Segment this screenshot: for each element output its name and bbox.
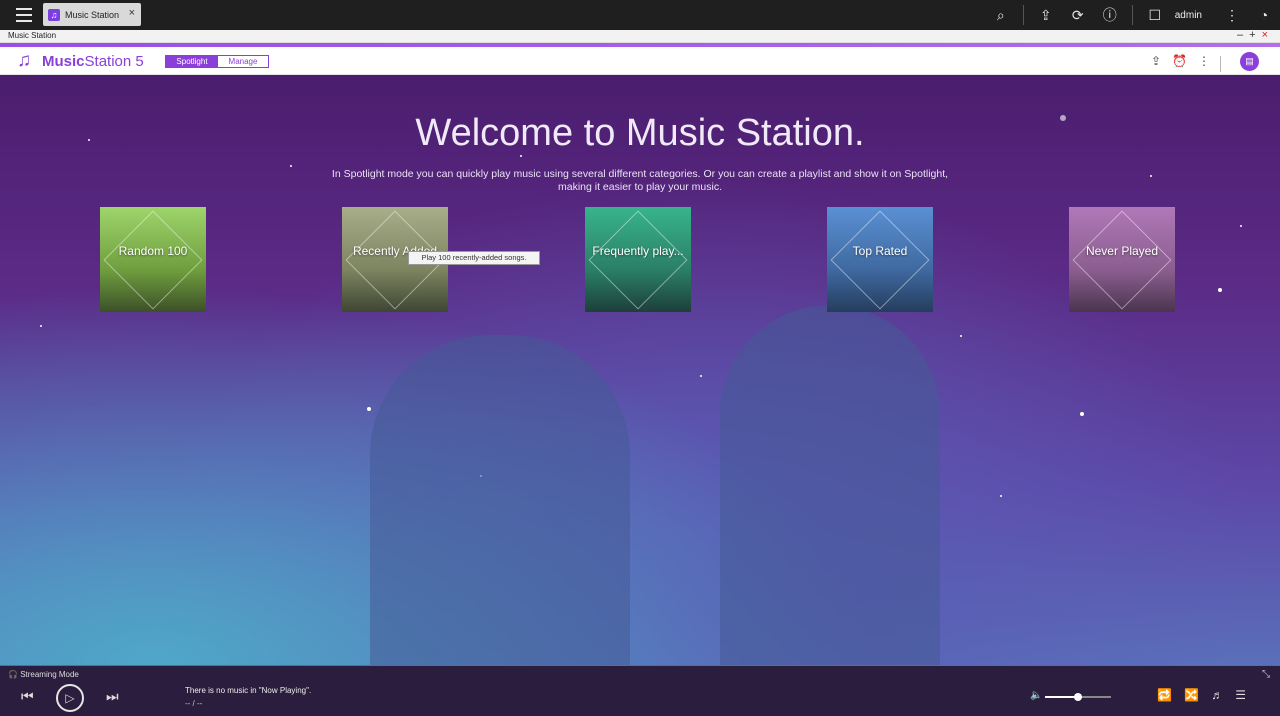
os-topbar: ♫ Music Station × ⌕ ⇪ ⟳ ⓘ ☐ admin ⋮ ◔	[0, 0, 1280, 30]
app-logo: MusicStation 5	[42, 53, 144, 70]
player-bar: 🎧 Streaming Mode ⏮ ▷ ⏭ There is no music…	[0, 665, 1280, 716]
player-controls: 🔁 🔀 ♬ ☰	[1157, 688, 1246, 702]
tab-spotlight[interactable]: Spotlight	[166, 56, 218, 67]
playlist-icon[interactable]: ☰	[1235, 688, 1246, 702]
window-title: Music Station	[8, 31, 57, 40]
tile-label: Never Played	[1085, 244, 1159, 258]
user-icon[interactable]: ☐	[1139, 0, 1171, 30]
page-description: In Spotlight mode you can quickly play m…	[331, 168, 949, 193]
volume-icon[interactable]: 🔈	[1030, 690, 1042, 701]
music-note-icon: ♫	[48, 8, 60, 21]
menu-icon[interactable]	[12, 5, 38, 25]
divider	[1220, 56, 1221, 72]
divider	[1022, 5, 1024, 25]
play-icon[interactable]: ▷	[56, 684, 84, 712]
now-playing-text: There is no music in "Now Playing".	[185, 686, 312, 695]
more-icon[interactable]: ⋮	[1198, 54, 1210, 68]
tile-random-100[interactable]: Random 100	[100, 207, 206, 312]
repeat-icon[interactable]: 🔁	[1157, 688, 1172, 702]
alarm-icon[interactable]: ⏰	[1172, 54, 1187, 68]
tile-label: Top Rated	[852, 244, 908, 258]
tile-never-played[interactable]: Never Played	[1069, 207, 1175, 312]
more-icon[interactable]: ⋮	[1216, 0, 1248, 30]
lyrics-icon[interactable]: ♬	[1211, 688, 1223, 702]
chat-icon[interactable]: ▤	[1240, 52, 1259, 71]
user-menu[interactable]: admin	[1175, 10, 1202, 21]
background-figure	[370, 335, 630, 665]
dashboard-icon[interactable]: ◔	[1248, 0, 1280, 30]
upload-icon[interactable]: ⇪	[1151, 54, 1161, 68]
music-note-icon: ♫	[17, 50, 32, 71]
tab-label: Music Station	[65, 9, 120, 20]
tile-label: Random 100	[118, 244, 188, 258]
close-icon[interactable]: ×	[129, 7, 135, 19]
sync-icon[interactable]: ⟳	[1062, 0, 1094, 30]
tile-frequently-played[interactable]: Frequently play...	[585, 207, 691, 312]
info-icon[interactable]: ⓘ	[1094, 0, 1126, 30]
spotlight-main: Welcome to Music Station. In Spotlight m…	[0, 75, 1280, 665]
mode-switch[interactable]: Spotlight Manage	[165, 55, 269, 68]
tile-label: Frequently play...	[592, 244, 684, 258]
close-window-icon[interactable]: ×	[1262, 29, 1274, 41]
background-figure	[720, 305, 940, 665]
app-tab-music-station[interactable]: ♫ Music Station ×	[43, 3, 141, 26]
divider	[1131, 5, 1133, 25]
upload-icon[interactable]: ⇪	[1030, 0, 1062, 30]
page-title: Welcome to Music Station.	[415, 112, 865, 154]
os-toolbar: ⌕ ⇪ ⟳ ⓘ ☐ admin ⋮ ◔	[985, 0, 1280, 30]
collapse-icon[interactable]: ⤡	[1262, 669, 1270, 680]
search-icon[interactable]: ⌕	[985, 0, 1017, 30]
app-header: ♫ MusicStation 5 Spotlight Manage ⇪ ⏰ ⋮ …	[0, 47, 1280, 75]
window-titlebar: Music Station –+×	[0, 29, 1280, 43]
next-icon[interactable]: ⏭	[106, 688, 119, 705]
shuffle-icon[interactable]: 🔀	[1184, 688, 1199, 702]
volume-handle[interactable]	[1074, 693, 1082, 701]
tab-manage[interactable]: Manage	[218, 56, 268, 67]
time-display: -- / --	[185, 699, 203, 708]
tile-top-rated[interactable]: Top Rated	[827, 207, 933, 312]
header-icons: ⇪ ⏰ ⋮	[1151, 54, 1210, 68]
tooltip: Play 100 recently-added songs.	[408, 251, 540, 265]
streaming-mode[interactable]: 🎧 Streaming Mode	[8, 670, 79, 679]
window-controls[interactable]: –+×	[1237, 29, 1274, 41]
volume-slider[interactable]	[1045, 693, 1111, 701]
prev-icon[interactable]: ⏮	[21, 688, 34, 705]
